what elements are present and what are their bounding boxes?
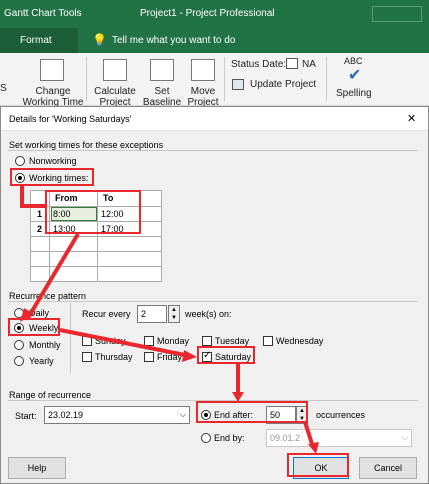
arrowhead-icon xyxy=(232,392,244,402)
arrowhead-icon xyxy=(182,350,197,362)
arrow-line xyxy=(26,232,80,320)
arrowhead-icon xyxy=(308,442,319,454)
annotation-arrows xyxy=(20,232,319,454)
arrow-line xyxy=(303,421,315,448)
arrow-line xyxy=(59,328,191,358)
